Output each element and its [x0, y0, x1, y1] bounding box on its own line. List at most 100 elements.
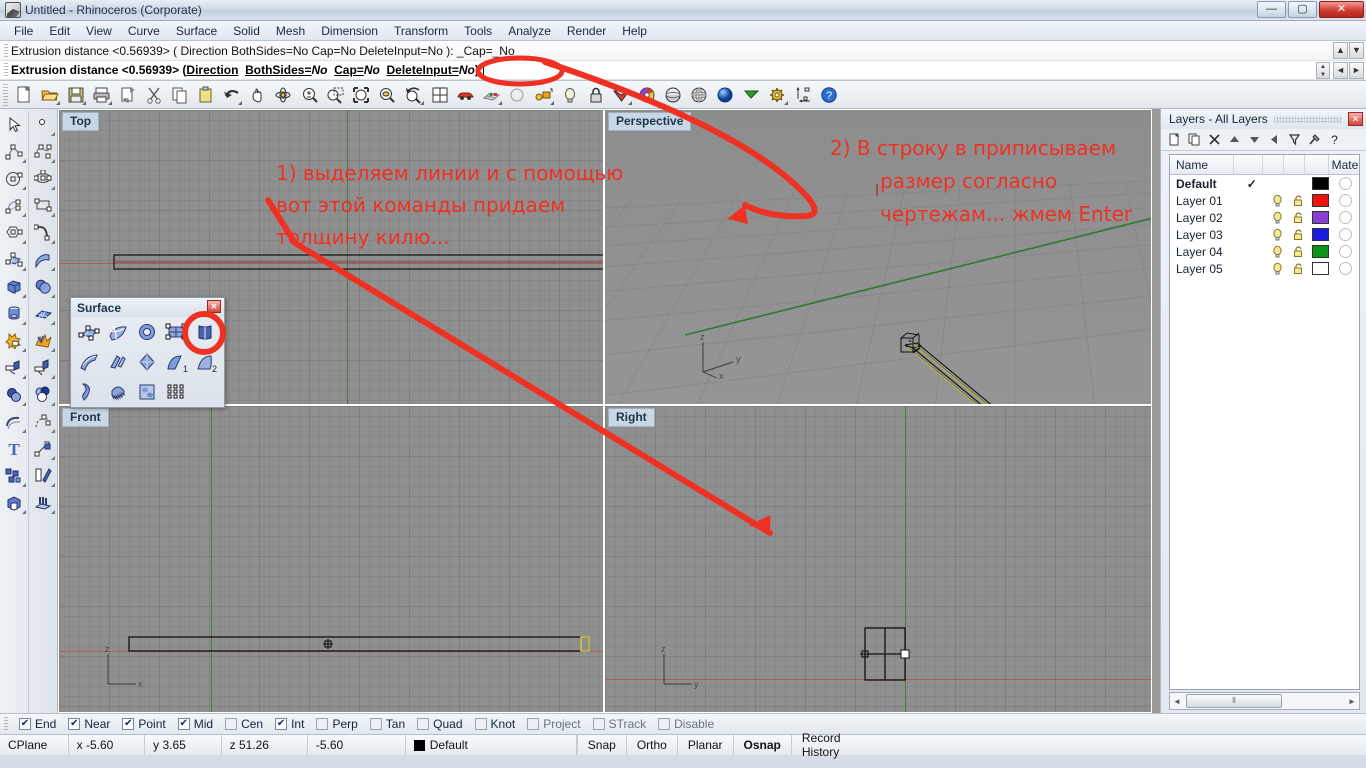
surface-sweep-1-rail-icon[interactable]	[74, 349, 103, 375]
osnap-option-end[interactable]: ✔ End	[13, 717, 62, 731]
new-layer-icon[interactable]	[1165, 130, 1184, 149]
layer-color-swatch[interactable]	[1308, 245, 1332, 258]
maximize-button[interactable]: ▢	[1288, 1, 1317, 18]
front-viewport[interactable]: zx Front	[58, 405, 604, 713]
explode-icon[interactable]	[30, 327, 56, 353]
surface-plane-icon[interactable]	[30, 300, 56, 326]
osnap-option-cen[interactable]: Cen	[219, 717, 269, 731]
layer-color-swatch[interactable]	[1308, 194, 1332, 207]
layers-scroll-thumb[interactable]: ⦀	[1186, 694, 1282, 708]
curve-blend-icon[interactable]	[30, 219, 56, 245]
zoom-window-icon[interactable]	[323, 83, 348, 107]
surface-heightfield-icon[interactable]	[132, 379, 161, 405]
front-viewport-label[interactable]: Front	[62, 408, 109, 427]
command-option-deleteinput[interactable]: DeleteInput=	[387, 63, 459, 77]
menu-edit[interactable]: Edit	[41, 22, 78, 40]
layers-horizontal-scrollbar[interactable]: ◄ ⦀ ►	[1169, 692, 1360, 710]
menu-mesh[interactable]: Mesh	[268, 22, 313, 40]
osnap-option-mid[interactable]: ✔ Mid	[172, 717, 219, 731]
render-color-icon[interactable]	[609, 83, 634, 107]
light-bulb-icon[interactable]	[557, 83, 582, 107]
grid-snap-icon[interactable]	[479, 83, 504, 107]
flag-icon[interactable]	[739, 83, 764, 107]
osnap-checkbox[interactable]	[417, 718, 430, 730]
extrude-surface-straight-icon[interactable]	[190, 319, 219, 345]
render-box-icon[interactable]	[1, 489, 27, 515]
arc-icon[interactable]	[1, 192, 27, 218]
osnap-option-near[interactable]: ✔ Near	[62, 717, 116, 731]
layer-lock-icon[interactable]	[1288, 228, 1309, 241]
fillet-icon[interactable]	[1, 354, 27, 380]
osnap-checkbox[interactable]	[658, 718, 671, 730]
surface-toolbar-close-icon[interactable]: ✕	[207, 300, 221, 313]
command-spinner[interactable]: ▲ ▼	[1316, 62, 1330, 79]
surface-sweep-icon[interactable]	[30, 246, 56, 272]
command-next-button[interactable]: ►	[1349, 62, 1364, 79]
osnap-option-int[interactable]: ✔ Int	[269, 717, 310, 731]
status-toggle-record-history[interactable]: Record History	[790, 731, 883, 759]
object-properties-icon[interactable]	[531, 83, 556, 107]
help-icon[interactable]: ?	[817, 83, 842, 107]
osnap-option-project[interactable]: Project	[521, 717, 586, 731]
status-toggle-snap[interactable]: Snap	[576, 735, 626, 755]
array-curve-icon[interactable]	[30, 408, 56, 434]
rail-revolve-icon[interactable]: 2	[190, 349, 219, 375]
zoom-selected-icon[interactable]	[375, 83, 400, 107]
status-toggle-ortho[interactable]: Ortho	[625, 735, 677, 755]
layer-visibility-bulb-icon[interactable]	[1267, 228, 1288, 241]
pan-hand-icon[interactable]	[245, 83, 270, 107]
move-icon[interactable]	[30, 435, 56, 461]
layer-row[interactable]: Layer 05	[1170, 260, 1359, 277]
layers-panel-drag-dots[interactable]	[1273, 115, 1342, 123]
status-toggle-osnap[interactable]: Osnap	[732, 735, 791, 755]
layer-help-icon[interactable]: ?	[1325, 130, 1344, 149]
boolean-intersection-icon[interactable]	[30, 381, 56, 407]
osnap-option-knot[interactable]: Knot	[469, 717, 522, 731]
layer-name[interactable]: Default	[1170, 177, 1237, 191]
layer-color-swatch[interactable]	[1308, 262, 1332, 275]
ghosted-sphere-icon[interactable]	[687, 83, 712, 107]
select-arrow-icon[interactable]	[1, 111, 27, 137]
menu-file[interactable]: File	[6, 22, 41, 40]
layer-row[interactable]: Layer 04	[1170, 243, 1359, 260]
options-gear-icon[interactable]	[765, 83, 790, 107]
osnap-checkbox[interactable]	[592, 718, 605, 730]
surface-from-points-icon[interactable]	[1, 246, 27, 272]
surface-from-control-points-icon[interactable]	[74, 319, 103, 345]
point-icon[interactable]	[30, 111, 56, 137]
collapse-layer-icon[interactable]	[1265, 130, 1284, 149]
osnap-checkbox[interactable]: ✔	[177, 718, 190, 730]
rectangle-icon[interactable]	[30, 192, 56, 218]
layer-row[interactable]: Layer 03	[1170, 226, 1359, 243]
zoom-in-out-icon[interactable]	[297, 83, 322, 107]
menu-view[interactable]: View	[78, 22, 120, 40]
osnap-option-strack[interactable]: STrack	[587, 717, 653, 731]
perspective-viewport-label[interactable]: Perspective	[608, 112, 692, 131]
layer-lock-icon[interactable]	[1288, 194, 1309, 207]
new-file-icon[interactable]	[11, 83, 36, 107]
command-prev-button[interactable]: ◄	[1333, 62, 1348, 79]
move-layer-up-icon[interactable]	[1225, 130, 1244, 149]
paste-icon[interactable]	[193, 83, 218, 107]
boolean-union-icon[interactable]	[1, 381, 27, 407]
rotate-view-icon[interactable]	[271, 83, 296, 107]
perspective-viewport[interactable]: z y x Perspective	[604, 109, 1152, 405]
layer-lock-icon[interactable]	[1288, 211, 1309, 224]
surface-sweep-2-rail-icon[interactable]	[103, 349, 132, 375]
layer-visibility-bulb-icon[interactable]	[1267, 245, 1288, 258]
right-viewport-label[interactable]: Right	[608, 408, 655, 427]
boolean-star-icon[interactable]	[1, 327, 27, 353]
osnap-checkbox[interactable]	[225, 718, 238, 730]
surface-patch-icon[interactable]	[103, 379, 132, 405]
layers-scroll-right-arrow[interactable]: ►	[1345, 697, 1359, 706]
copy-icon[interactable]	[167, 83, 192, 107]
command-option-cap[interactable]: Cap=	[334, 63, 364, 77]
delete-layer-icon[interactable]	[1205, 130, 1224, 149]
layers-table[interactable]: Name Mater Default ✓ Layer 01 Layer 02 Layer…	[1169, 154, 1360, 690]
menu-transform[interactable]: Transform	[386, 22, 456, 40]
command-history-scroll-up[interactable]: ▲	[1333, 42, 1348, 59]
right-viewport[interactable]: zy Right	[604, 405, 1152, 713]
layer-name[interactable]: Layer 05	[1170, 262, 1237, 276]
layer-material-icon[interactable]	[1333, 228, 1359, 241]
sphere-icon[interactable]	[30, 273, 56, 299]
